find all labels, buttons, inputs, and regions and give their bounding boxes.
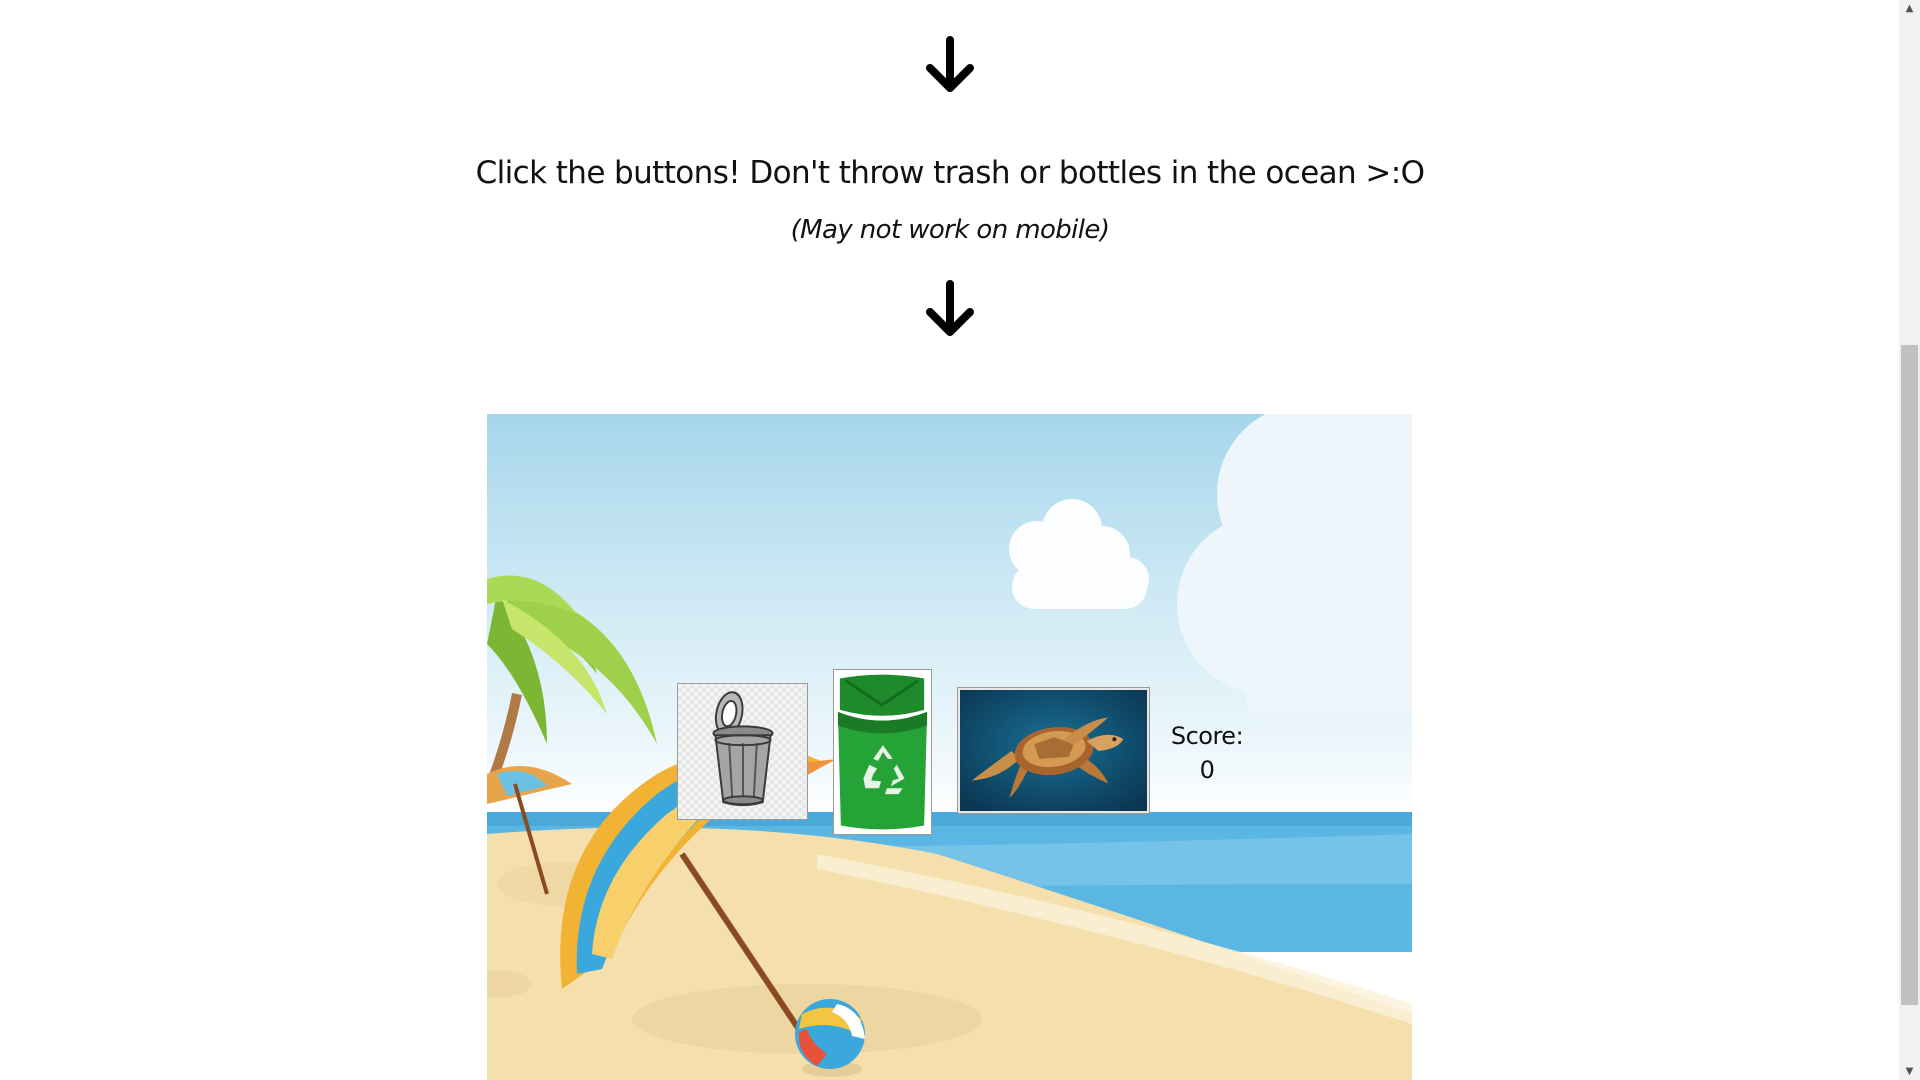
sea-turtle-image [960,690,1147,811]
beach-background [487,414,1412,1080]
vertical-scrollbar[interactable]: ▲ ▼ [1899,0,1920,1080]
mobile-note: (May not work on mobile) [790,215,1110,245]
arrow-down-icon [920,280,980,340]
beach-scene: Score: 0 [487,414,1412,1080]
arrow-down-icon [920,36,980,96]
score-display: Score: 0 [1162,719,1252,787]
score-value: 0 [1199,756,1215,784]
scroll-up-arrow-icon[interactable]: ▲ [1899,0,1920,17]
trash-can-icon [712,691,774,807]
scroll-down-arrow-icon[interactable]: ▼ [1899,1063,1920,1080]
recycle-bin-icon [837,674,928,830]
scroll-thumb[interactable] [1901,345,1918,1005]
cloud-large [1177,414,1412,714]
score-label: Score: [1170,722,1244,750]
instructions-heading: Click the buttons! Don't throw trash or … [475,155,1425,191]
trash-button[interactable] [677,683,808,820]
beach-ball [795,999,865,1077]
page: Click the buttons! Don't throw trash or … [0,0,1899,1080]
turtle-button[interactable] [957,687,1150,814]
recycle-button[interactable] [833,669,932,835]
cloud-small [1009,499,1149,609]
